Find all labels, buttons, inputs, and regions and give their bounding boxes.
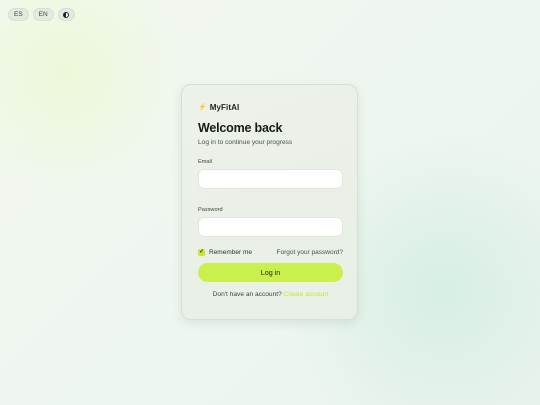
remember-me-checkbox[interactable]: ✓ — [198, 249, 205, 256]
top-controls: ES EN — [8, 8, 75, 21]
check-icon: ✓ — [199, 248, 204, 255]
login-button[interactable]: Log in — [198, 263, 343, 282]
theme-toggle-button[interactable] — [57, 8, 75, 21]
language-es-button[interactable]: ES — [8, 8, 29, 21]
password-label: Password — [198, 207, 223, 213]
signup-row: Don't have an account? Create account — [198, 291, 343, 298]
language-en-button[interactable]: EN — [32, 8, 54, 21]
remember-me[interactable]: ✓ Remember me — [198, 249, 252, 256]
page-subtitle: Log in to continue your progress — [198, 139, 293, 146]
page-title: Welcome back — [198, 121, 283, 135]
remember-me-label: Remember me — [209, 249, 252, 256]
email-field[interactable] — [198, 169, 343, 189]
login-card: ⚡ MyFitAI Welcome back Log in to continu… — [181, 84, 358, 320]
password-field[interactable] — [198, 217, 343, 237]
email-label: Email — [198, 159, 212, 165]
brand: ⚡ MyFitAI — [198, 103, 341, 112]
create-account-link[interactable]: Create account — [284, 291, 329, 298]
remember-row: ✓ Remember me Forgot your password? — [198, 249, 343, 256]
half-circle-icon — [63, 11, 70, 18]
forgot-password-link[interactable]: Forgot your password? — [277, 249, 343, 256]
bolt-icon: ⚡ — [198, 104, 207, 111]
brand-name: MyFitAI — [209, 103, 240, 112]
no-account-text: Don't have an account? — [212, 291, 282, 298]
